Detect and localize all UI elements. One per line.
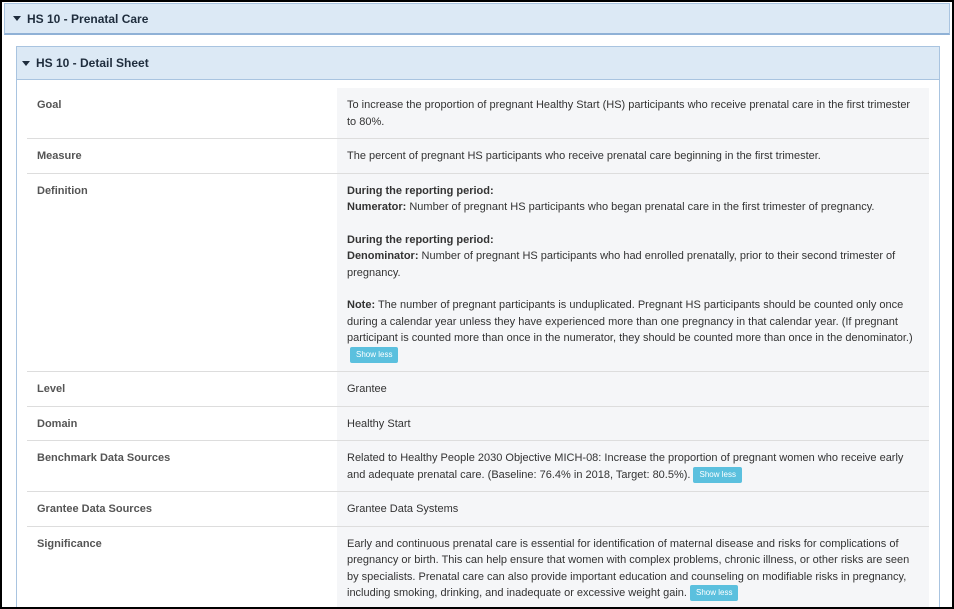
table-row-measure: Measure The percent of pregnant HS parti… bbox=[27, 138, 929, 174]
note-text: The number of pregnant participants is u… bbox=[347, 299, 913, 344]
numerator-text: Number of pregnant HS participants who b… bbox=[406, 201, 875, 213]
inner-panel-title: HS 10 - Detail Sheet bbox=[36, 56, 149, 70]
show-less-button[interactable]: Show less bbox=[690, 585, 739, 602]
denominator-text: Number of pregnant HS participants who h… bbox=[347, 250, 896, 279]
outer-panel-title: HS 10 - Prenatal Care bbox=[27, 11, 149, 26]
denominator-heading: During the reporting period: bbox=[347, 233, 494, 246]
benchmark-text: Related to Healthy People 2030 Objective… bbox=[347, 452, 904, 481]
row-label: Significance bbox=[27, 526, 337, 607]
note-line: Note: The number of pregnant participant… bbox=[347, 297, 919, 363]
caret-down-icon[interactable] bbox=[13, 16, 21, 21]
detail-sheet-panel: HS 10 - Detail Sheet Goal To increase th… bbox=[16, 46, 940, 607]
table-row-benchmark: Benchmark Data Sources Related to Health… bbox=[27, 440, 929, 492]
row-value: To increase the proportion of pregnant H… bbox=[337, 88, 929, 139]
denominator-line: Denominator: Number of pregnant HS parti… bbox=[347, 248, 919, 281]
significance-text: Early and continuous prenatal care is es… bbox=[347, 537, 910, 600]
numerator-label: Numerator: bbox=[347, 201, 407, 213]
table-row-grantee-sources: Grantee Data Sources Grantee Data System… bbox=[27, 491, 929, 527]
table-row-definition: Definition During the reporting period: … bbox=[27, 173, 929, 372]
numerator-line: Numerator: Number of pregnant HS partici… bbox=[347, 199, 919, 216]
row-label: Definition bbox=[27, 173, 337, 372]
row-label: Benchmark Data Sources bbox=[27, 440, 337, 492]
row-value: Early and continuous prenatal care is es… bbox=[337, 526, 929, 607]
outer-panel-header[interactable]: HS 10 - Prenatal Care bbox=[4, 3, 950, 35]
row-label: Measure bbox=[27, 138, 337, 174]
row-value: Grantee bbox=[337, 371, 929, 407]
row-value: Related to Healthy People 2030 Objective… bbox=[337, 440, 929, 492]
row-value: Grantee Data Systems bbox=[337, 491, 929, 527]
table-row-domain: Domain Healthy Start bbox=[27, 406, 929, 441]
caret-down-icon[interactable] bbox=[22, 60, 30, 66]
row-value: Healthy Start bbox=[337, 406, 929, 441]
row-label: Domain bbox=[27, 406, 337, 441]
row-label: Grantee Data Sources bbox=[27, 491, 337, 527]
row-value: During the reporting period: Numerator: … bbox=[337, 173, 929, 372]
show-less-button[interactable]: Show less bbox=[350, 346, 399, 363]
note-label: Note: bbox=[347, 299, 376, 311]
table-row-level: Level Grantee bbox=[27, 371, 929, 407]
row-label: Level bbox=[27, 371, 337, 407]
show-less-button[interactable]: Show less bbox=[693, 466, 742, 483]
denominator-label: Denominator: bbox=[347, 250, 419, 262]
numerator-heading: During the reporting period: bbox=[347, 184, 494, 197]
row-label: Goal bbox=[27, 88, 337, 139]
row-value: The percent of pregnant HS participants … bbox=[337, 138, 929, 174]
table-row-goal: Goal To increase the proportion of pregn… bbox=[27, 88, 929, 139]
inner-panel-header[interactable]: HS 10 - Detail Sheet bbox=[17, 47, 939, 80]
detail-table: Goal To increase the proportion of pregn… bbox=[27, 88, 929, 607]
window-frame: HS 10 - Prenatal Care HS 10 - Detail She… bbox=[0, 0, 954, 609]
table-row-significance: Significance Early and continuous prenat… bbox=[27, 526, 929, 607]
